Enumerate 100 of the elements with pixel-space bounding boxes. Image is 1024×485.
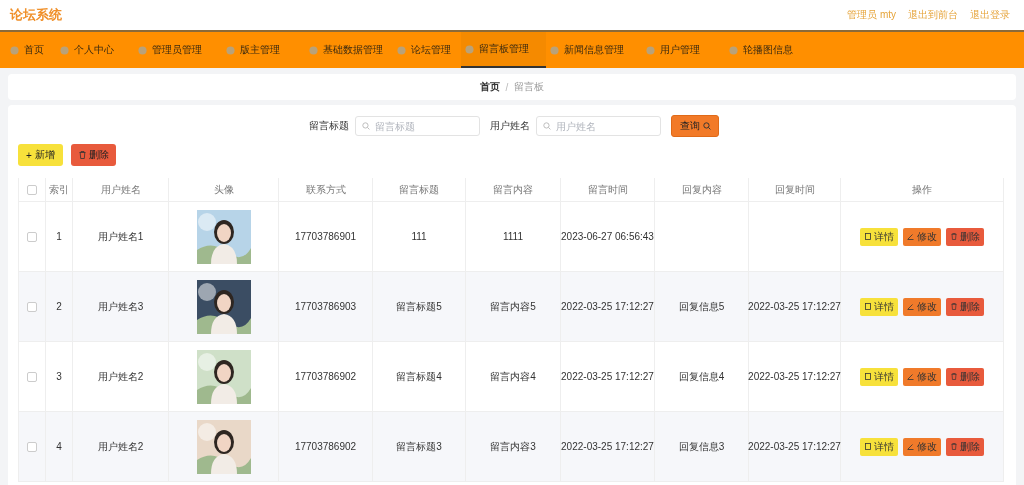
column-header: 头像 (213, 182, 234, 197)
title-cell: 留言标题3 (396, 439, 442, 454)
document-icon (864, 443, 871, 450)
pencil-icon (907, 373, 914, 380)
nav-tab[interactable]: 论坛管理 (393, 32, 461, 68)
column-header: 留言标题 (399, 182, 439, 197)
field-label: 用户姓名 (490, 119, 530, 133)
detail-button[interactable]: 详情 (860, 297, 898, 316)
checkbox[interactable] (27, 231, 37, 242)
reply-time-cell: 2022-03-25 17:12:27 (748, 441, 841, 452)
delete-button[interactable]: 删除 (946, 227, 984, 246)
edit-button[interactable]: 修改 (903, 367, 941, 386)
reply-cell: 回复信息5 (678, 299, 725, 314)
separator: / (505, 81, 509, 93)
index-cell: 1 (56, 231, 62, 242)
circle-icon (10, 45, 19, 55)
pencil-icon (907, 303, 914, 310)
circle-icon (60, 45, 69, 55)
trash-icon (950, 443, 957, 450)
pencil-icon (907, 443, 914, 450)
nav-tab[interactable]: 基础数据管理 (305, 32, 393, 68)
add-button[interactable]: + 新增 (18, 144, 63, 166)
phone-cell: 17703786902 (294, 441, 357, 452)
circle-icon (550, 45, 559, 55)
circle-icon (309, 45, 318, 55)
content-cell: 留言内容5 (490, 299, 536, 314)
trash-icon (78, 151, 86, 159)
document-icon (864, 233, 871, 240)
delete-button[interactable]: 删除 (71, 144, 116, 166)
column-header: 联系方式 (305, 182, 346, 197)
circle-icon (465, 44, 474, 54)
index-cell: 3 (56, 371, 62, 382)
reply-cell: 回复信息4 (678, 369, 725, 384)
checkbox[interactable] (27, 184, 37, 195)
phone-cell: 17703786903 (294, 301, 357, 312)
column-header: 留言时间 (587, 182, 628, 197)
phone-cell: 17703786902 (294, 371, 357, 382)
nav-tab[interactable]: 新闻信息管理 (546, 32, 642, 68)
trash-icon (950, 373, 957, 380)
time-cell: 2022-03-25 17:12:27 (561, 371, 654, 382)
edit-button[interactable]: 修改 (903, 227, 941, 246)
index-cell: 2 (56, 301, 62, 312)
detail-button[interactable]: 详情 (860, 227, 898, 246)
column-header: 索引 (49, 182, 69, 197)
breadcrumb-item[interactable]: 首页 (479, 80, 500, 94)
time-cell: 2023-06-27 06:56:43 (561, 231, 654, 242)
title-cell: 留言标题5 (396, 299, 442, 314)
nav-tab[interactable]: 留言板管理 (461, 32, 546, 68)
name-cell: 用户姓名1 (97, 229, 144, 244)
circle-icon (226, 45, 235, 55)
time-cell: 2022-03-25 17:12:27 (561, 301, 654, 312)
nav-tab[interactable]: 个人中心 (56, 32, 134, 68)
search-icon (702, 122, 711, 130)
trash-icon (950, 233, 957, 240)
search-field[interactable]: 留言标题 (355, 116, 480, 136)
document-icon (864, 303, 871, 310)
nav-tab[interactable]: 管理员管理 (134, 32, 222, 68)
reply-time-cell: 2022-03-25 17:12:27 (748, 371, 841, 382)
search-field[interactable]: 用户姓名 (536, 116, 661, 136)
reply-cell: 回复信息3 (678, 439, 725, 454)
nav-tab[interactable]: 用户管理 (642, 32, 725, 68)
title-cell: 111 (411, 231, 427, 242)
title-cell: 留言标题4 (396, 369, 442, 384)
column-header: 操作 (912, 182, 932, 197)
detail-button[interactable]: 详情 (860, 437, 898, 456)
index-cell: 4 (56, 441, 62, 452)
checkbox[interactable] (27, 371, 37, 382)
checkbox[interactable] (27, 301, 37, 312)
search-button[interactable]: 查询 (671, 115, 719, 137)
user-label: 管理员 mty (847, 8, 896, 22)
name-cell: 用户姓名2 (97, 369, 144, 384)
delete-button[interactable]: 删除 (946, 297, 984, 316)
content-cell: 留言内容4 (490, 369, 536, 384)
edit-button[interactable]: 修改 (903, 437, 941, 456)
column-header: 留言内容 (493, 182, 533, 197)
circle-icon (397, 45, 406, 55)
content-cell: 1111 (503, 231, 523, 242)
pencil-icon (907, 233, 914, 240)
document-icon (864, 373, 871, 380)
name-cell: 用户姓名2 (97, 439, 144, 454)
nav-tab[interactable]: 版主管理 (222, 32, 305, 68)
checkbox[interactable] (27, 441, 37, 452)
name-cell: 用户姓名3 (97, 299, 144, 314)
detail-button[interactable]: 详情 (860, 367, 898, 386)
circle-icon (138, 45, 147, 55)
delete-button[interactable]: 删除 (946, 367, 984, 386)
nav-tab[interactable]: 首页 (6, 32, 56, 68)
delete-button[interactable]: 删除 (946, 437, 984, 456)
trash-icon (950, 303, 957, 310)
phone-cell: 17703786901 (294, 231, 357, 242)
time-cell: 2022-03-25 17:12:27 (561, 441, 654, 452)
column-header: 回复时间 (774, 182, 815, 197)
field-label: 留言标题 (309, 119, 349, 133)
circle-icon (646, 45, 655, 55)
app-title: 论坛系统 (10, 6, 62, 24)
edit-button[interactable]: 修改 (903, 297, 941, 316)
nav-tab[interactable]: 轮播图信息 (725, 32, 805, 68)
content-cell: 留言内容3 (490, 439, 536, 454)
reply-time-cell: 2022-03-25 17:12:27 (748, 301, 841, 312)
column-header: 回复内容 (681, 182, 722, 197)
